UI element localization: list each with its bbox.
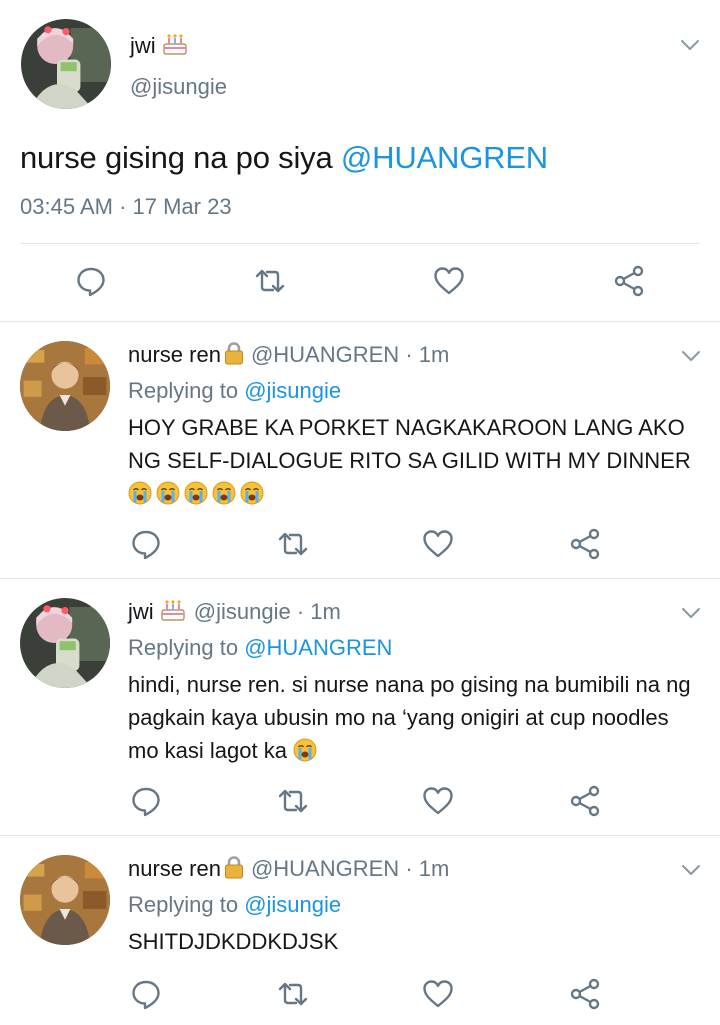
tweet-time-value[interactable]: · 1m <box>297 599 341 624</box>
heart-icon <box>421 527 455 561</box>
crying-face-icon <box>156 481 180 505</box>
tweet-timestamp[interactable]: 03:45 AM · 17 Mar 23 <box>20 194 232 220</box>
tweet-body: HOY GRABE KA PORKET NAGKAKAROON LANG AKO… <box>128 415 691 473</box>
share-icon <box>568 784 602 818</box>
heart-icon <box>421 977 455 1011</box>
avatar[interactable] <box>21 19 111 109</box>
replying-to: Replying to @HUANGREN <box>128 635 392 661</box>
avatar[interactable] <box>20 341 110 431</box>
reply-button[interactable] <box>129 977 163 1011</box>
speech-bubble-icon <box>129 977 163 1011</box>
speech-bubble-icon <box>129 527 163 561</box>
heart-icon <box>432 264 466 298</box>
retweet-button[interactable] <box>276 784 310 818</box>
tweet-body: hindi, nurse ren. si nurse nana po gisin… <box>128 672 691 763</box>
divider <box>0 578 720 579</box>
tweet-text: HOY GRABE KA PORKET NAGKAKAROON LANG AKO… <box>128 411 698 510</box>
replying-to: Replying to @jisungie <box>128 892 341 918</box>
replying-to-link[interactable]: @jisungie <box>244 378 341 403</box>
avatar[interactable] <box>20 855 110 945</box>
share-button[interactable] <box>612 264 646 298</box>
tweet-header: jwi @jisungie · 1m <box>128 598 341 625</box>
birthday-cake-icon <box>160 598 186 622</box>
speech-bubble-icon <box>129 784 163 818</box>
reply-button[interactable] <box>74 264 108 298</box>
user-handle[interactable]: @HUANGREN <box>251 342 399 367</box>
chevron-down-icon[interactable] <box>681 349 701 363</box>
share-icon <box>568 977 602 1011</box>
retweet-icon <box>276 527 310 561</box>
like-button[interactable] <box>421 784 455 818</box>
retweet-icon <box>276 977 310 1011</box>
tweet-text-plain: nurse gising na po siya <box>20 140 341 175</box>
retweet-button[interactable] <box>253 264 287 298</box>
tweet-header: nurse ren @HUANGREN · 1m <box>128 855 449 882</box>
user-handle[interactable]: @HUANGREN <box>251 856 399 881</box>
speech-bubble-icon <box>74 264 108 298</box>
display-name[interactable]: nurse ren <box>128 342 221 367</box>
like-button[interactable] <box>421 977 455 1011</box>
avatar[interactable] <box>20 598 110 688</box>
retweet-icon <box>276 784 310 818</box>
tweet-time-value[interactable]: · 1m <box>405 342 449 367</box>
chevron-down-icon[interactable] <box>680 38 700 52</box>
crying-face-icon <box>212 481 236 505</box>
tweet-header: nurse ren @HUANGREN · 1m <box>128 341 449 368</box>
display-name[interactable]: nurse ren <box>128 856 221 881</box>
mention-link[interactable]: @HUANGREN <box>341 140 548 175</box>
replying-label: Replying to <box>128 892 245 917</box>
retweet-button[interactable] <box>276 977 310 1011</box>
divider <box>20 243 700 244</box>
tweet-time-value[interactable]: · 1m <box>405 856 449 881</box>
replying-label: Replying to <box>128 378 245 403</box>
replying-to-link[interactable]: @jisungie <box>244 892 341 917</box>
reply-tweet: nurse ren @HUANGREN · 1m Replying to @jis… <box>0 855 720 1025</box>
retweet-button[interactable] <box>276 527 310 561</box>
display-name-text: jwi <box>130 33 156 58</box>
display-name[interactable]: jwi <box>130 32 190 59</box>
chevron-down-icon[interactable] <box>681 863 701 877</box>
tweet-text: SHITDJDKDDKDJSK <box>128 925 698 958</box>
chevron-down-icon[interactable] <box>681 606 701 620</box>
tweet-text: nurse gising na po siya @HUANGREN <box>20 140 548 176</box>
tweet-body: SHITDJDKDDKDJSK <box>128 929 339 954</box>
display-name[interactable]: jwi <box>128 599 154 624</box>
share-button[interactable] <box>568 527 602 561</box>
reply-tweet: nurse ren @HUANGREN · 1m Replying to @jis… <box>0 341 720 577</box>
retweet-icon <box>253 264 287 298</box>
share-icon <box>612 264 646 298</box>
user-handle[interactable]: @jisungie <box>130 74 227 100</box>
crying-face-icon <box>240 481 264 505</box>
heart-icon <box>421 784 455 818</box>
share-icon <box>568 527 602 561</box>
user-handle[interactable]: @jisungie <box>194 599 291 624</box>
lock-icon <box>223 341 245 365</box>
birthday-cake-icon <box>162 32 188 56</box>
share-button[interactable] <box>568 977 602 1011</box>
divider <box>0 835 720 836</box>
crying-face-icon <box>184 481 208 505</box>
tweet-text: hindi, nurse ren. si nurse nana po gisin… <box>128 668 698 767</box>
crying-face-icon <box>128 481 152 505</box>
reply-button[interactable] <box>129 527 163 561</box>
replying-to-link[interactable]: @HUANGREN <box>244 635 392 660</box>
lock-icon <box>223 855 245 879</box>
crying-face-icon <box>293 738 317 762</box>
divider <box>0 321 720 322</box>
reply-button[interactable] <box>129 784 163 818</box>
like-button[interactable] <box>421 527 455 561</box>
share-button[interactable] <box>568 784 602 818</box>
reply-tweet: jwi @jisungie · 1m Replying to @HUANGREN… <box>0 598 720 834</box>
replying-label: Replying to <box>128 635 245 660</box>
like-button[interactable] <box>432 264 466 298</box>
replying-to: Replying to @jisungie <box>128 378 341 404</box>
